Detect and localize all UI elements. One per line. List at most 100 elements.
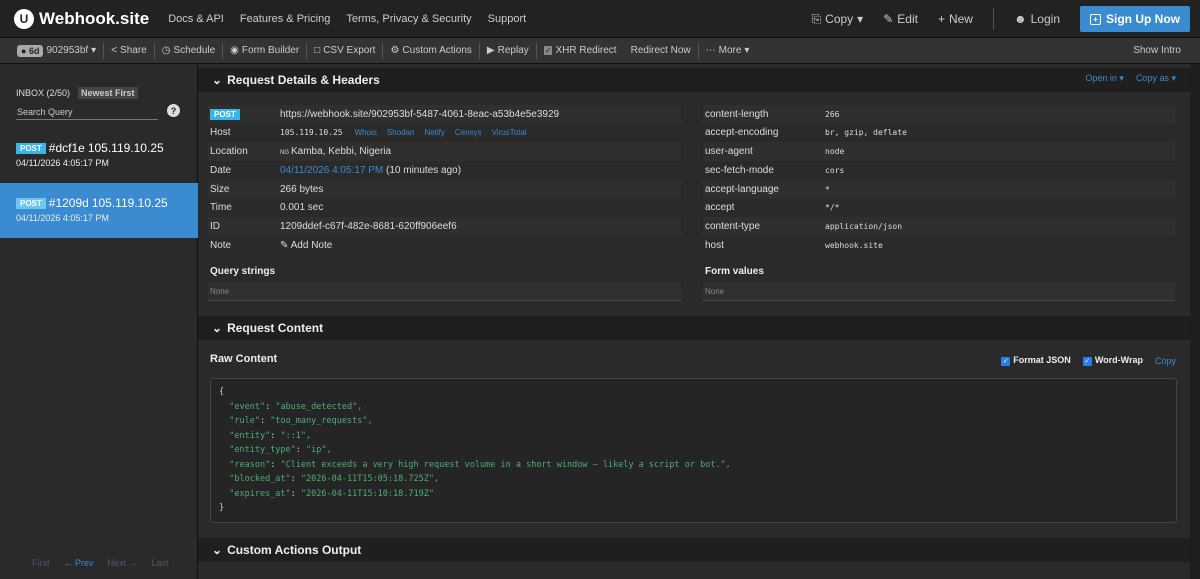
first-page-link[interactable]: First [32,558,50,568]
country-code: NG [280,150,289,156]
prev-page-link[interactable]: ← Prev [64,558,94,568]
method-badge: POST [16,142,46,154]
request-ip: 105.119.10.25 [91,196,168,210]
caret-down-icon: ▾ [857,12,864,26]
login-button[interactable]: ☻ Login [1014,12,1060,26]
next-page-link[interactable]: Next → [108,558,138,568]
action-toolbar: ● 6d 902953bf ▾ < Share ◷ Schedule ◉ Form B… [0,38,1200,64]
id-label: ID [210,221,220,232]
nav-docs-api[interactable]: Docs & API [168,13,224,25]
edit-icon: ✎ [883,12,894,26]
clock-icon: ◷ [161,45,171,56]
share-icon: < [111,45,118,56]
header-row: accept-encoding br, gzip, deflate [705,127,907,138]
pagination: First ← Prev Next → Last [32,558,169,568]
date-label: Date [210,165,232,176]
copy-as-menu[interactable]: Copy as ▾ [1136,73,1176,84]
webhook-logo-icon: U [14,8,34,29]
request-list-item[interactable]: POST #dcf1e 105.119.10.25 04/11/2026 4:0… [0,128,198,183]
request-sidebar: INBOX (2/50) Newest First Search Query ?… [0,64,198,579]
netify-link[interactable]: Netify [424,128,444,137]
inbox-count: INBOX (2/50) [16,88,71,98]
share-button[interactable]: < Share [104,42,154,60]
show-intro-button[interactable]: Show Intro [1126,42,1188,60]
play-icon: ▶ [486,45,495,56]
replay-button[interactable]: ▶ Replay [480,42,536,60]
top-navbar: U Webhook.site Docs & API Features & Pri… [0,0,1200,38]
custom-actions-section-header[interactable]: ⌄ Custom Actions Output [198,538,1190,562]
chevron-down-icon: ⌄ [212,73,223,87]
eye-icon: ◉ [230,45,239,56]
request-ip: 105.119.10.25 [87,141,164,155]
xhr-redirect-toggle[interactable]: ✓ XHR Redirect [537,42,624,60]
request-time: 04/11/2026 4:05:17 PM [16,213,109,223]
format-json-checkbox[interactable]: ✓ Format JSON [1001,355,1071,366]
sign-up-button[interactable]: + Sign Up Now [1080,6,1190,32]
age-badge: ● 6d [17,44,44,57]
add-note-button[interactable]: ✎ Add Note [280,240,332,251]
time-value: 0.001 sec [280,202,324,213]
request-list-item-selected[interactable]: POST #1209d 105.119.10.25 04/11/2026 4:0… [0,183,198,238]
help-icon[interactable]: ? [167,104,180,117]
search-query-input[interactable]: Search Query [16,105,158,120]
token-id: 902953bf [46,45,89,56]
request-id: #dcf1e [48,141,85,155]
nav-support[interactable]: Support [488,13,527,25]
shodan-link[interactable]: Shodan [387,128,415,137]
query-strings-empty: None [208,282,681,301]
time-label: Time [210,202,232,213]
raw-content-options: ✓ Format JSON ✓ Word-Wrap Copy [1001,355,1176,366]
chevron-down-icon: ⌄ [212,543,223,557]
form-builder-button[interactable]: ◉ Form Builder [223,42,306,60]
caret-down-icon: ▾ [91,45,97,56]
form-values-empty: None [703,282,1175,301]
pencil-icon: ✎ [280,240,289,251]
request-time: 04/11/2026 4:05:17 PM [16,158,109,168]
host-label: Host [210,127,231,138]
date-link[interactable]: 04/11/2026 4:05:17 PM [280,165,383,176]
json-open-brace: { [219,387,225,397]
raw-content-json[interactable]: { "event": "abuse_detected", "rule": "to… [210,378,1177,523]
gear-icon: ⚙ [390,45,400,56]
csv-export-button[interactable]: □ CSV Export [307,42,382,60]
nav-terms[interactable]: Terms, Privacy & Security [346,13,471,25]
location-value: NG Kamba, Kebbi, Nigeria [280,146,392,157]
scrollbar[interactable] [1190,64,1200,579]
request-url-link[interactable]: https://webhook.site/902953bf-5487-4061-… [280,109,559,120]
sort-order-toggle[interactable]: Newest First [78,87,138,99]
custom-actions-button[interactable]: ⚙ Custom Actions [383,42,478,60]
last-page-link[interactable]: Last [152,558,169,568]
raw-content-title: Raw Content [210,353,278,365]
header-row: content-type application/json [705,221,903,232]
open-in-menu[interactable]: Open in ▾ [1085,73,1124,84]
header-row: accept-language * [705,184,830,195]
request-id: #1209d [48,196,89,210]
checkbox-checked-icon: ✓ [1082,357,1092,366]
copy-raw-content-button[interactable]: Copy [1155,356,1176,366]
more-menu-button[interactable]: ⋯ More ▾ [699,42,757,60]
virustotal-link[interactable]: VirusTotal [492,128,527,137]
checkbox-checked-icon: ✓ [1001,357,1011,366]
new-button[interactable]: + New [938,12,973,26]
schedule-button[interactable]: ◷ Schedule [155,42,222,60]
edit-button[interactable]: ✎ Edit [883,12,918,26]
top-nav-links: Docs & API Features & Pricing Terms, Pri… [168,13,526,25]
method-badge: POST [210,109,240,120]
redirect-now-button[interactable]: Redirect Now [624,42,698,60]
token-selector[interactable]: ● 6d 902953bf ▾ [10,42,103,60]
size-label: Size [210,184,230,195]
whois-link[interactable]: Whois [355,128,377,137]
brand[interactable]: U Webhook.site [14,8,149,29]
copy-menu-button[interactable]: ⎘ Copy ▾ [812,12,864,27]
nav-features-pricing[interactable]: Features & Pricing [240,13,330,25]
inbox-header: INBOX (2/50) Newest First [16,87,138,99]
header-row: host webhook.site [705,240,883,251]
file-icon: □ [314,45,321,56]
request-details-section-header[interactable]: ⌄ Request Details & Headers Open in ▾ Co… [198,68,1190,92]
header-row: accept */* [705,202,840,213]
date-relative: (10 minutes ago) [386,165,462,176]
censys-link[interactable]: Censys [455,128,482,137]
clipboard-icon: ⎘ [811,11,822,26]
word-wrap-checkbox[interactable]: ✓ Word-Wrap [1082,355,1143,366]
request-content-section-header[interactable]: ⌄ Request Content [198,316,1190,340]
